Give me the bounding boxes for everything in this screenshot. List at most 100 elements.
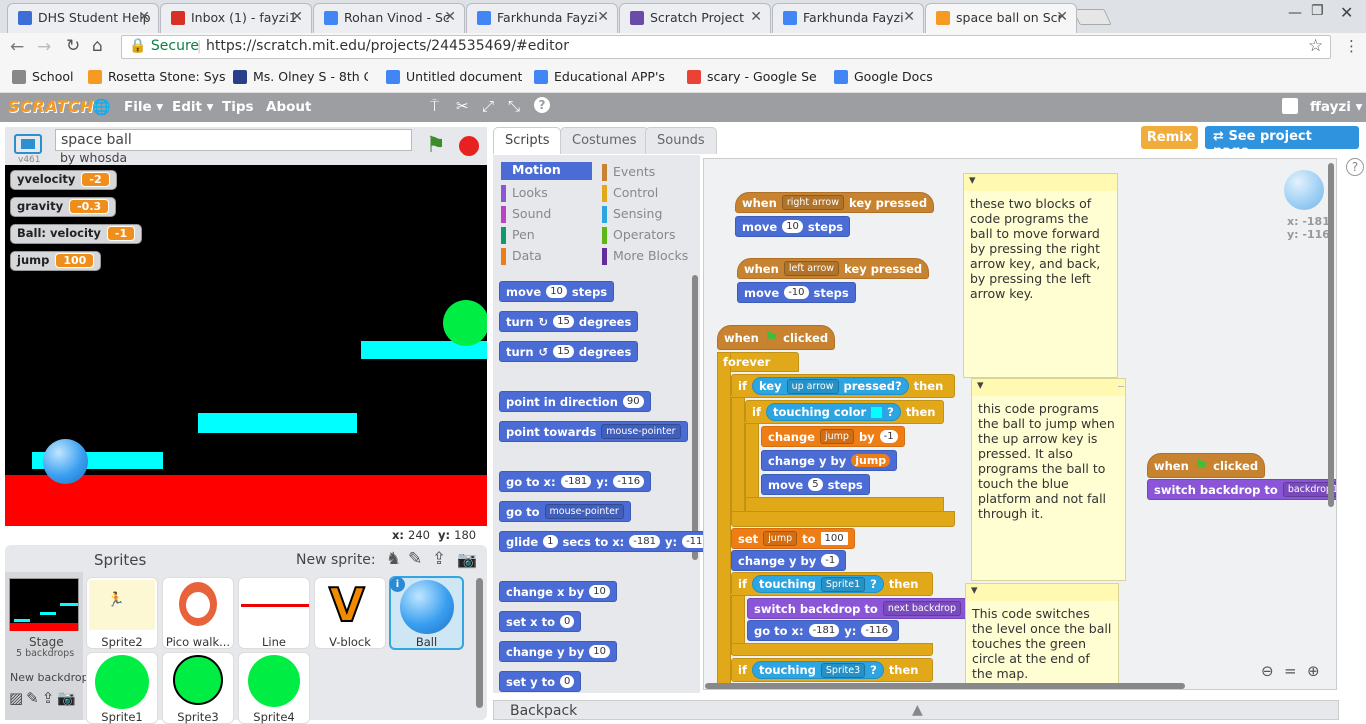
browser-tab-5[interactable]: Scratch Project ✕ bbox=[619, 3, 771, 33]
script-v-scrollbar[interactable] bbox=[1328, 163, 1334, 507]
browser-tab-4[interactable]: Farkhunda Fayzi ✕ bbox=[466, 3, 618, 33]
if-touching-color-block[interactable]: if touching color? then bbox=[745, 400, 944, 424]
close-tab-icon[interactable]: ✕ bbox=[444, 9, 456, 25]
browser-tab-3[interactable]: Rohan Vinod - Sc ✕ bbox=[313, 3, 465, 33]
category-data[interactable]: Data bbox=[501, 248, 542, 265]
close-tab-icon[interactable]: ✕ bbox=[750, 9, 762, 25]
when-flag-clicked-block-2[interactable]: when ⚑ clicked bbox=[1147, 453, 1266, 478]
project-title-input[interactable]: space ball bbox=[55, 129, 412, 151]
cut-tool-icon[interactable]: ✂ bbox=[456, 97, 469, 115]
palette-set-y-block[interactable]: set y to 0 bbox=[499, 671, 582, 692]
category-sound[interactable]: Sound bbox=[501, 206, 551, 223]
upload-sprite-icon[interactable]: ⇪ bbox=[432, 549, 446, 569]
reload-icon[interactable]: ↻ bbox=[66, 36, 80, 56]
close-tab-icon[interactable]: ✕ bbox=[138, 9, 150, 25]
category-control[interactable]: Control bbox=[602, 185, 658, 202]
sprite-info-icon[interactable]: i bbox=[390, 577, 405, 592]
browser-tab-2[interactable]: Inbox (1) - fayzi1 ✕ bbox=[160, 3, 312, 33]
home-icon[interactable]: ⌂ bbox=[92, 36, 103, 56]
sprite-library-icon[interactable]: ♞ bbox=[386, 549, 401, 569]
change-y-neg1-block[interactable]: change y by -1 bbox=[731, 550, 847, 571]
tab-scripts[interactable]: Scripts bbox=[493, 127, 562, 154]
close-tab-icon[interactable]: ✕ bbox=[903, 9, 915, 25]
category-sensing[interactable]: Sensing bbox=[602, 206, 662, 223]
new-tab-button[interactable] bbox=[1072, 9, 1112, 25]
palette-point-direction-block[interactable]: point in direction 90 bbox=[499, 391, 651, 412]
back-icon[interactable]: ← bbox=[10, 37, 24, 57]
user-menu[interactable]: ffayzi ▾ bbox=[1310, 99, 1362, 115]
palette-change-x-block[interactable]: change x by 10 bbox=[499, 581, 617, 602]
bookmark-star-icon[interactable]: ☆ bbox=[1308, 36, 1323, 56]
close-tab-icon[interactable]: ✕ bbox=[1056, 9, 1068, 25]
browser-tab-6[interactable]: Farkhunda Fayzi ✕ bbox=[772, 3, 924, 33]
when-left-arrow-block[interactable]: when left arrow key pressed bbox=[737, 258, 930, 279]
if-touching-sprite1-block[interactable]: if touching Sprite1? then bbox=[731, 572, 933, 596]
secure-indicator[interactable]: 🔒 Secure bbox=[129, 38, 199, 54]
palette-goto-xy-block[interactable]: go to x: -181 y: -116 bbox=[499, 471, 652, 492]
menu-about[interactable]: About bbox=[266, 99, 311, 115]
bookmark-item[interactable]: School bbox=[12, 69, 82, 84]
sprite-thumb-sprite1[interactable]: Sprite1 bbox=[86, 652, 158, 724]
set-jump-block[interactable]: set jump to 100 bbox=[731, 528, 855, 549]
palette-turn-right-block[interactable]: turn ↻ 15 degrees bbox=[499, 311, 639, 332]
change-jump-block[interactable]: change jump by -1 bbox=[761, 426, 905, 447]
zoom-reset-icon[interactable]: = bbox=[1284, 662, 1297, 680]
sprite-scrollbar[interactable] bbox=[476, 578, 483, 708]
script-area[interactable]: when right arrow key pressed move 10 steps w… bbox=[703, 158, 1337, 690]
camera-icon[interactable]: 📷 bbox=[457, 550, 477, 569]
palette-glide-block[interactable]: glide 1 secs to x: -181 y: -116 bbox=[499, 531, 720, 552]
tips-help-icon[interactable]: ? bbox=[1346, 158, 1364, 176]
category-motion[interactable]: Motion bbox=[501, 162, 592, 180]
shrink-tool-icon[interactable]: ⤡ bbox=[508, 97, 520, 115]
if-touching-sprite3-block[interactable]: if touching Sprite3? then bbox=[731, 658, 933, 682]
category-pen[interactable]: Pen bbox=[501, 227, 535, 244]
palette-goto-block[interactable]: go to mouse-pointer bbox=[499, 501, 631, 522]
see-project-page-button[interactable]: ⇄ See project page bbox=[1205, 126, 1359, 159]
category-operators[interactable]: Operators bbox=[602, 227, 675, 244]
stage-thumbnail[interactable] bbox=[9, 578, 79, 631]
remix-button[interactable]: Remix bbox=[1141, 126, 1198, 149]
url-text[interactable]: https://scratch.mit.edu/projects/2445354… bbox=[206, 38, 569, 54]
category-more-blocks[interactable]: More Blocks bbox=[602, 248, 688, 265]
green-flag-icon[interactable]: ⚑ bbox=[426, 133, 446, 158]
comment-jump[interactable]: this code programs the ball to jump when… bbox=[971, 378, 1126, 581]
switch-backdrop1-block[interactable]: switch backdrop to backdrop1 bbox=[1147, 479, 1336, 500]
variable-monitor[interactable]: jump 100 bbox=[10, 251, 102, 271]
bookmark-item[interactable]: scary - Google Search bbox=[687, 69, 817, 84]
variable-monitor[interactable]: Ball: velocity -1 bbox=[10, 224, 143, 244]
when-right-arrow-block[interactable]: when right arrow key pressed bbox=[735, 192, 935, 213]
backpack-bar[interactable]: Backpack ▲ bbox=[493, 700, 1339, 720]
category-looks[interactable]: Looks bbox=[501, 185, 548, 202]
palette-change-y-block[interactable]: change y by 10 bbox=[499, 641, 617, 662]
bookmark-item[interactable]: Ms. Olney S - 8th Gra bbox=[233, 69, 368, 84]
close-window-icon[interactable]: ✕ bbox=[1340, 3, 1353, 22]
minimize-icon[interactable]: — bbox=[1288, 5, 1302, 21]
help-icon[interactable]: ? bbox=[534, 97, 550, 113]
stop-icon[interactable] bbox=[459, 136, 479, 156]
change-y-by-jump-block[interactable]: change y by jump bbox=[761, 450, 898, 471]
goto-xy-block[interactable]: go to x: -181 y: -116 bbox=[747, 620, 900, 641]
switch-next-backdrop-block[interactable]: switch backdrop to next backdrop bbox=[747, 598, 969, 619]
palette-scrollbar[interactable] bbox=[692, 275, 698, 560]
category-events[interactable]: Events bbox=[602, 164, 655, 181]
palette-move-block[interactable]: move 10 steps bbox=[499, 281, 615, 302]
move-5-steps-block[interactable]: move 5 steps bbox=[761, 474, 870, 495]
close-tab-icon[interactable]: ✕ bbox=[291, 9, 303, 25]
move-neg10-block[interactable]: move -10 steps bbox=[737, 282, 856, 303]
bookmark-item[interactable]: Rosetta Stone: Syste bbox=[88, 69, 226, 84]
menu-edit[interactable]: Edit ▾ bbox=[172, 99, 213, 115]
forward-icon[interactable]: → bbox=[37, 37, 51, 57]
fullscreen-icon[interactable] bbox=[14, 134, 42, 154]
browser-tab-1[interactable]: DHS Student Help ✕ bbox=[7, 3, 159, 33]
scratch-logo[interactable]: SCRATCH bbox=[8, 97, 94, 116]
sprite-thumb-sprite2[interactable]: 🏃 Sprite2 bbox=[86, 577, 158, 649]
duplicate-tool-icon[interactable]: ⍑ bbox=[430, 97, 439, 115]
variable-monitor[interactable]: gravity -0.3 bbox=[10, 197, 117, 217]
stage-canvas[interactable] bbox=[5, 165, 487, 526]
paint-sprite-icon[interactable]: ✎ bbox=[408, 549, 422, 569]
variable-monitor[interactable]: yvelocity -2 bbox=[10, 170, 117, 190]
grow-tool-icon[interactable]: ⤢ bbox=[482, 97, 494, 115]
maximize-icon[interactable]: ❐ bbox=[1311, 3, 1324, 19]
sprite-thumb-ball[interactable]: i Ball bbox=[389, 576, 464, 650]
if-key-pressed-block[interactable]: if key up arrow pressed? then bbox=[731, 374, 955, 398]
